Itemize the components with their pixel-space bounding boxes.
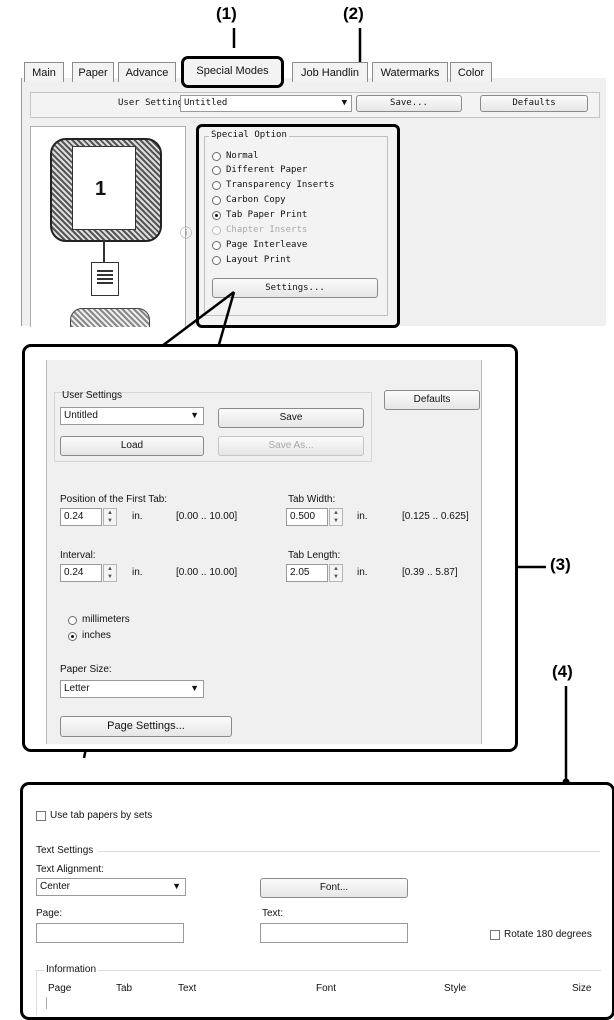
paper-size-dropdown[interactable]: Letter ▼	[60, 680, 204, 698]
column-style: Style	[444, 983, 467, 994]
text-settings-title: Text Settings	[36, 845, 94, 856]
paper-size-label: Paper Size:	[60, 664, 112, 675]
interval-spinner[interactable]: ▲ ▼	[103, 564, 117, 582]
save-button-2[interactable]: Save	[218, 408, 364, 428]
alignment-value: Center	[40, 881, 71, 892]
tab-width-label: Tab Width:	[288, 494, 336, 505]
inches-radio[interactable]	[68, 632, 77, 641]
tab-length-range: [0.39 .. 5.87]	[402, 567, 458, 578]
page-settings-button[interactable]: Page Settings...	[60, 716, 232, 737]
user-settings-value-2: Untitled	[64, 410, 98, 421]
millimeters-label: millimeters	[82, 614, 130, 625]
alignment-dropdown[interactable]: Center ▼	[36, 878, 186, 896]
tab-length-unit: in.	[357, 567, 368, 578]
tab-length-spinner[interactable]: ▲ ▼	[329, 564, 343, 582]
text-label: Text:	[262, 908, 284, 919]
use-sets-checkbox[interactable]	[36, 811, 46, 821]
column-size: Size	[572, 983, 592, 994]
first-tab-unit: in.	[132, 511, 143, 522]
chevron-down-icon: ▼	[172, 881, 181, 891]
tab-width-unit: in.	[357, 511, 368, 522]
rotate-checkbox[interactable]	[490, 930, 500, 940]
use-sets-label: Use tab papers by sets	[50, 810, 153, 821]
font-button[interactable]: Font...	[260, 878, 408, 898]
tab-width-spinner[interactable]: ▲ ▼	[329, 508, 343, 526]
text-input[interactable]	[260, 923, 408, 943]
first-tab-spinner[interactable]: ▲ ▼	[103, 508, 117, 526]
user-settings-title: User Settings	[62, 390, 123, 401]
column-font: Font	[316, 983, 337, 994]
first-tab-label: Position of the First Tab:	[60, 494, 168, 505]
tab-width-input[interactable]: 0.500	[286, 508, 328, 526]
tab-width-range: [0.125 .. 0.625]	[402, 511, 469, 522]
alignment-label: Text Alignment:	[36, 864, 104, 875]
tab-length-label: Tab Length:	[288, 550, 341, 561]
text-settings-divider	[98, 851, 600, 852]
information-list[interactable]	[46, 997, 595, 1009]
millimeters-radio[interactable]	[68, 616, 77, 625]
column-page: Page	[48, 983, 72, 994]
first-tab-range: [0.00 .. 10.00]	[176, 511, 238, 522]
interval-range: [0.00 .. 10.00]	[176, 567, 238, 578]
rotate-label: Rotate 180 degrees	[504, 929, 592, 940]
page-label: Page:	[36, 908, 63, 919]
chevron-down-icon: ▼	[190, 683, 199, 693]
save-as-button[interactable]: Save As...	[218, 436, 364, 456]
interval-input[interactable]: 0.24	[60, 564, 102, 582]
information-title: Information	[44, 964, 99, 975]
defaults-button-2[interactable]: Defaults	[384, 390, 480, 410]
column-text: Text	[178, 983, 197, 994]
tab-length-input[interactable]: 2.05	[286, 564, 328, 582]
paper-size-value: Letter	[64, 683, 90, 694]
inches-label: inches	[82, 630, 111, 641]
load-button[interactable]: Load	[60, 436, 204, 456]
page-input[interactable]	[36, 923, 184, 943]
interval-label: Interval:	[60, 550, 96, 561]
chevron-down-icon: ▼	[190, 410, 199, 420]
user-settings-dropdown-2[interactable]: Untitled ▼	[60, 407, 204, 425]
interval-unit: in.	[132, 567, 143, 578]
column-tab: Tab	[116, 983, 133, 994]
first-tab-input[interactable]: 0.24	[60, 508, 102, 526]
